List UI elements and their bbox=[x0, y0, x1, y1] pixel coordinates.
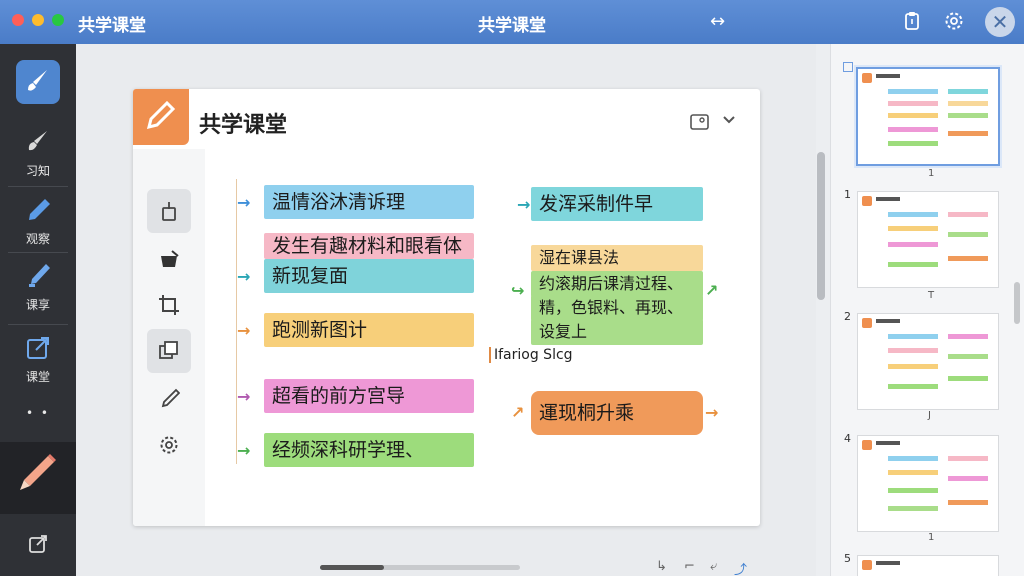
leftbar-item-3[interactable]: 课享 bbox=[0, 262, 76, 313]
arrow-icon: ↗ bbox=[705, 281, 719, 300]
arrow-icon: → bbox=[237, 321, 251, 340]
thumbnail-caption: 1 bbox=[928, 532, 935, 543]
thumbnail-caption: 1 bbox=[928, 168, 935, 179]
pencil-logo-icon bbox=[146, 100, 176, 130]
clipboard-icon[interactable] bbox=[901, 10, 925, 34]
brush-icon bbox=[161, 388, 180, 408]
pencil-icon bbox=[20, 454, 56, 490]
thumbnail-number: 4 bbox=[844, 432, 851, 445]
zoom-window-button[interactable] bbox=[52, 14, 64, 26]
paintbrush-icon bbox=[28, 70, 47, 91]
bucket-icon bbox=[161, 250, 179, 267]
slide-thumbnail[interactable] bbox=[858, 69, 998, 164]
brush-icon bbox=[28, 131, 47, 151]
thumbnail-number: 5 bbox=[844, 552, 851, 565]
canvas-area: 共学课堂 → 温情浴沐清诉理 发生有趣材料和眼看体 → 新现复面 → 跑测新图计… bbox=[76, 44, 825, 576]
share-icon[interactable] bbox=[0, 532, 76, 560]
close-button[interactable]: ✕ bbox=[985, 7, 1015, 37]
thumbnail-number: 1 bbox=[844, 188, 851, 201]
note-strip[interactable]: 温情浴沐清诉理 bbox=[264, 185, 474, 219]
export-icon bbox=[27, 337, 49, 359]
crop-icon bbox=[159, 295, 179, 315]
leftbar-item-1[interactable]: 习知 bbox=[0, 128, 76, 179]
upload-icon bbox=[162, 202, 176, 221]
leftbar-label-4: 课堂 bbox=[25, 370, 50, 384]
gear-icon bbox=[160, 436, 178, 454]
left-toolbar: 习知 观察 课享 课堂 • • bbox=[0, 44, 76, 576]
brush-tool-button[interactable] bbox=[16, 60, 60, 104]
card-tool-rail bbox=[133, 149, 205, 526]
pen-icon bbox=[29, 199, 50, 220]
note-strip[interactable]: 新现复面 bbox=[264, 259, 474, 293]
tool-bucket[interactable] bbox=[147, 237, 191, 281]
note-strip[interactable]: 发生有趣材料和眼看体 bbox=[264, 233, 474, 259]
note-strip[interactable]: 经频深科研学理、 bbox=[264, 433, 474, 467]
card-title: 共学课堂 bbox=[199, 113, 288, 138]
image-icon[interactable] bbox=[689, 111, 711, 133]
slide-thumbnail[interactable] bbox=[858, 192, 998, 287]
swap-icon[interactable]: ↔ bbox=[710, 10, 734, 34]
bottom-tool-icon[interactable]: ⤶ bbox=[710, 559, 717, 574]
note-strip[interactable]: 超看的前方宫导 bbox=[264, 379, 474, 413]
bottom-tool-icon[interactable]: ⌐ bbox=[684, 559, 695, 574]
app-logo bbox=[133, 89, 189, 145]
marker-icon bbox=[29, 264, 50, 287]
arrow-icon: → bbox=[237, 267, 251, 286]
minimize-window-button[interactable] bbox=[32, 14, 44, 26]
window-title: 共学课堂 bbox=[478, 16, 546, 36]
selection-marker-icon bbox=[843, 62, 853, 72]
arrow-icon: → bbox=[517, 195, 531, 214]
lesson-card: 共学课堂 → 温情浴沐清诉理 发生有趣材料和眼看体 → 新现复面 → 跑测新图计… bbox=[133, 89, 760, 526]
slide-thumbnail[interactable] bbox=[858, 556, 998, 576]
tool-brush[interactable] bbox=[147, 377, 191, 421]
more-icon[interactable]: • • bbox=[0, 406, 76, 420]
chevron-down-icon[interactable] bbox=[721, 111, 743, 133]
note-strip[interactable]: 跑测新图计 bbox=[264, 313, 474, 347]
tool-layers[interactable] bbox=[147, 329, 191, 373]
leftbar-label-2: 观察 bbox=[25, 232, 50, 246]
active-pencil-tool[interactable] bbox=[0, 442, 76, 514]
thumbnail-caption: T bbox=[928, 290, 935, 301]
note-strip[interactable]: 運现桐升乘 bbox=[531, 391, 703, 435]
tool-settings[interactable] bbox=[147, 423, 191, 467]
arrow-icon: → bbox=[237, 193, 251, 212]
tool-crop[interactable] bbox=[147, 283, 191, 327]
note-strip[interactable]: 精，色银料、再现、 bbox=[531, 295, 703, 321]
leftbar-item-2[interactable]: 观察 bbox=[0, 196, 76, 247]
close-window-button[interactable] bbox=[12, 14, 24, 26]
title-bar: 共学课堂 共学课堂 ↔ ✕ bbox=[0, 0, 1024, 44]
arrow-icon: → bbox=[237, 441, 251, 460]
tool-upload[interactable] bbox=[147, 189, 191, 233]
leftbar-label-3: 课享 bbox=[25, 298, 50, 312]
settings-gear-icon[interactable] bbox=[943, 10, 967, 34]
arrow-icon: → bbox=[705, 403, 719, 422]
app-name: 共学课堂 bbox=[78, 16, 146, 36]
leftbar-item-4[interactable]: 课堂 bbox=[0, 334, 76, 385]
note-strip[interactable]: 设复上 bbox=[531, 319, 703, 345]
thumbnail-caption: J bbox=[928, 410, 931, 421]
layers-icon bbox=[159, 341, 178, 359]
floating-label[interactable]: Ifariog Slcg bbox=[489, 347, 573, 363]
bottom-tool-icon[interactable]: ↳ bbox=[656, 559, 667, 574]
note-strip[interactable]: 发浑采制件早 bbox=[531, 187, 703, 221]
slide-thumbnail[interactable] bbox=[858, 314, 998, 409]
bottom-tool-icon[interactable]: ⤴ bbox=[734, 559, 747, 576]
arrow-icon: → bbox=[237, 387, 251, 406]
arrow-icon: ↪ bbox=[511, 281, 525, 300]
vertical-scrollbar[interactable] bbox=[817, 152, 825, 300]
thumbnail-scrollbar[interactable] bbox=[1014, 282, 1020, 324]
note-strip[interactable]: 湿在课县法 bbox=[531, 245, 703, 271]
arrow-icon: ↗ bbox=[511, 403, 525, 422]
thumbnail-number: 2 bbox=[844, 310, 851, 323]
note-strip[interactable]: 约滚期后课清过程、 bbox=[531, 271, 703, 297]
slide-thumbnail[interactable] bbox=[858, 436, 998, 531]
slide-thumbnails-panel: 1 1 T 2 J 4 1 5 bbox=[830, 44, 1024, 576]
horizontal-scroll-thumb[interactable] bbox=[320, 565, 384, 570]
leftbar-label-1: 习知 bbox=[25, 164, 50, 178]
